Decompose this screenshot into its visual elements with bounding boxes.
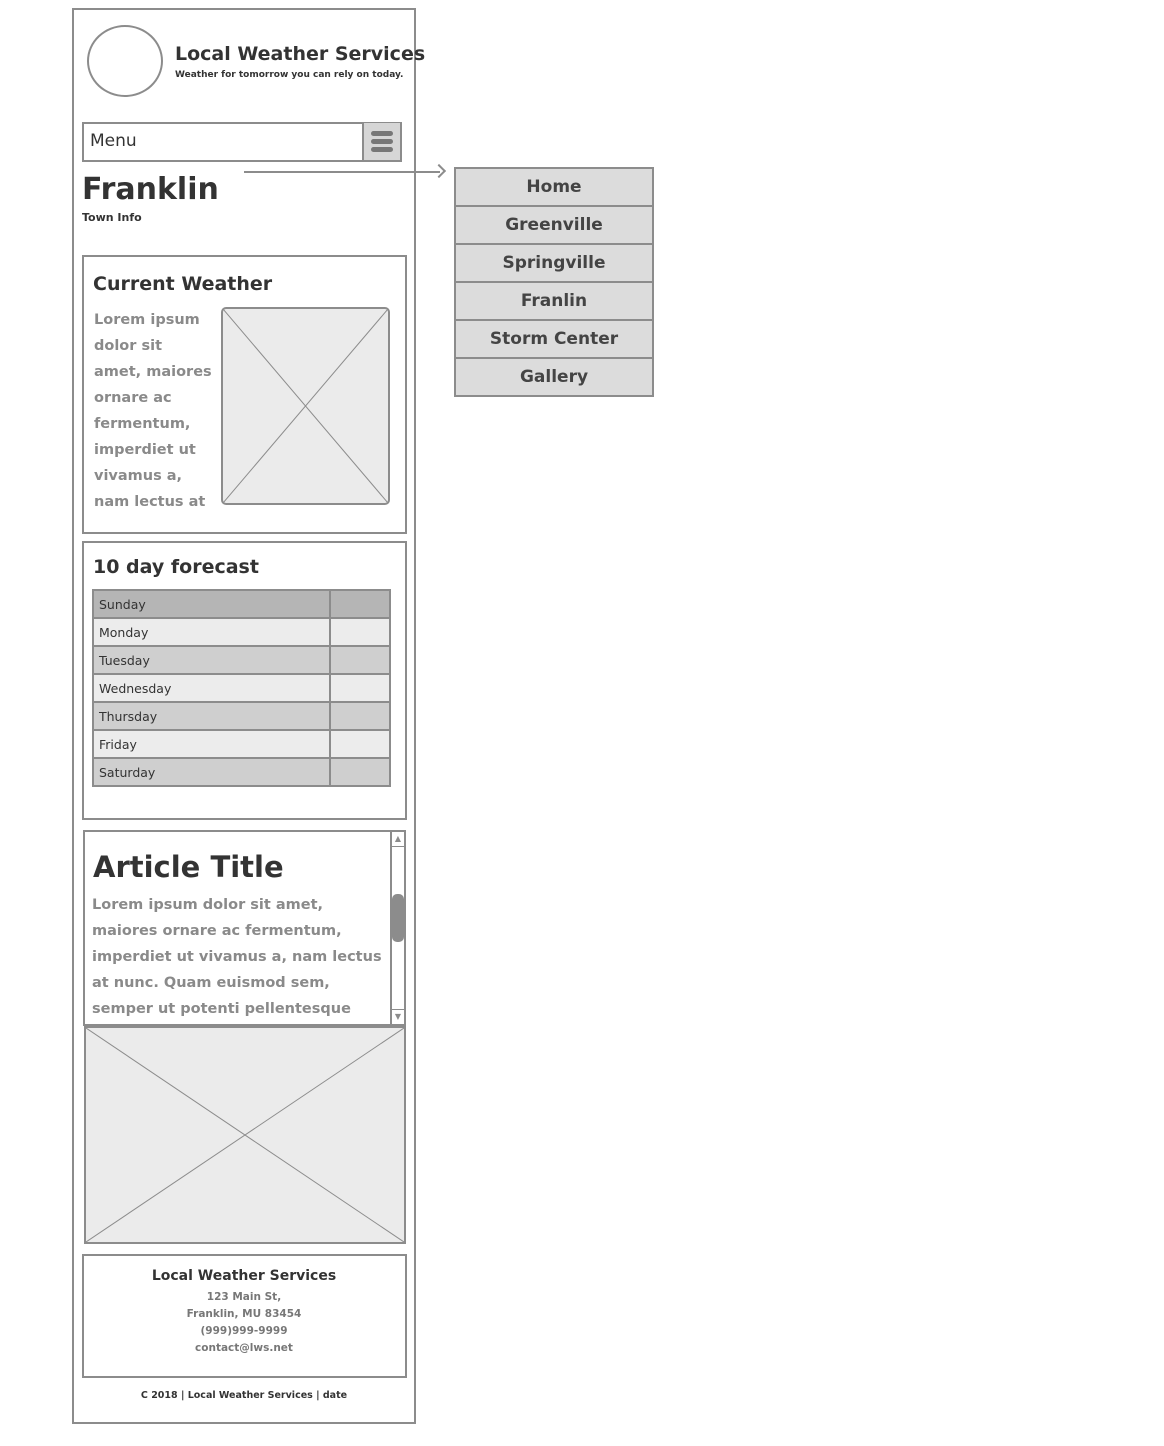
page-subtitle: Town Info: [82, 211, 142, 224]
article-text: Lorem ipsum dolor sit amet, maiores orna…: [92, 897, 382, 1016]
article-image-placeholder: [84, 1026, 406, 1244]
forecast-day: Wednesday: [92, 673, 331, 703]
footer-title: Local Weather Services: [151, 1268, 337, 1284]
menu-dropdown: Home Greenville Springville Franlin Stor…: [454, 167, 654, 397]
table-row: Thursday: [92, 701, 391, 731]
page-title: Franklin: [82, 172, 219, 207]
forecast-day: Sunday: [92, 589, 331, 619]
forecast-value: [329, 701, 391, 731]
current-weather-title: Current Weather: [93, 273, 273, 295]
forecast-day: Friday: [92, 729, 331, 759]
forecast-table: Sunday Monday Tuesday Wednesday Thursday…: [92, 589, 391, 787]
forecast-day: Saturday: [92, 757, 331, 787]
menu-item-greenville[interactable]: Greenville: [454, 205, 654, 245]
copyright: C 2018 | Local Weather Services | date: [140, 1390, 348, 1401]
weather-image-placeholder: [221, 307, 390, 505]
menu-item-franlin[interactable]: Franlin: [454, 281, 654, 321]
footer-address-line1: 123 Main St,: [206, 1291, 282, 1303]
table-row: Saturday: [92, 757, 391, 787]
forecast-value: [329, 729, 391, 759]
logo-placeholder: [87, 25, 163, 97]
footer-address-line2: Franklin, MU 83454: [186, 1308, 302, 1320]
forecast-value: [329, 617, 391, 647]
image-placeholder-icon: [86, 1028, 404, 1242]
image-placeholder-icon: [223, 309, 388, 503]
forecast-value: [329, 589, 391, 619]
menu-item-storm-center[interactable]: Storm Center: [454, 319, 654, 359]
forecast-title: 10 day forecast: [93, 556, 259, 578]
table-row: Wednesday: [92, 673, 391, 703]
table-row: Sunday: [92, 589, 391, 619]
site-title: Local Weather Services: [175, 43, 426, 65]
forecast-day: Monday: [92, 617, 331, 647]
forecast-day: Thursday: [92, 701, 331, 731]
menu-connector-line: [244, 171, 440, 173]
menu-toggle-button[interactable]: [362, 123, 400, 160]
forecast-value: [329, 673, 391, 703]
site-tagline: Weather for tomorrow you can rely on tod…: [175, 70, 404, 80]
article-title: Article Title: [93, 850, 284, 884]
current-weather-text: Lorem ipsum dolor sit amet, maiores orna…: [94, 312, 212, 507]
forecast-value: [329, 645, 391, 675]
scroll-up-icon[interactable]: ▲: [392, 832, 404, 847]
menu-item-gallery[interactable]: Gallery: [454, 357, 654, 397]
footer-email[interactable]: contact@lws.net: [84, 1342, 404, 1354]
article-scrollbar[interactable]: ▲ ▼: [390, 832, 404, 1024]
arrow-right-icon: [431, 163, 447, 179]
footer-phone: (999)999-9999: [200, 1325, 288, 1337]
menu-item-springville[interactable]: Springville: [454, 243, 654, 283]
table-row: Monday: [92, 617, 391, 647]
forecast-value: [329, 757, 391, 787]
table-row: Tuesday: [92, 645, 391, 675]
scroll-down-icon[interactable]: ▼: [392, 1009, 404, 1024]
forecast-day: Tuesday: [92, 645, 331, 675]
scroll-thumb[interactable]: [392, 894, 404, 942]
menu-label: Menu: [90, 131, 137, 151]
table-row: Friday: [92, 729, 391, 759]
menu-item-home[interactable]: Home: [454, 167, 654, 207]
